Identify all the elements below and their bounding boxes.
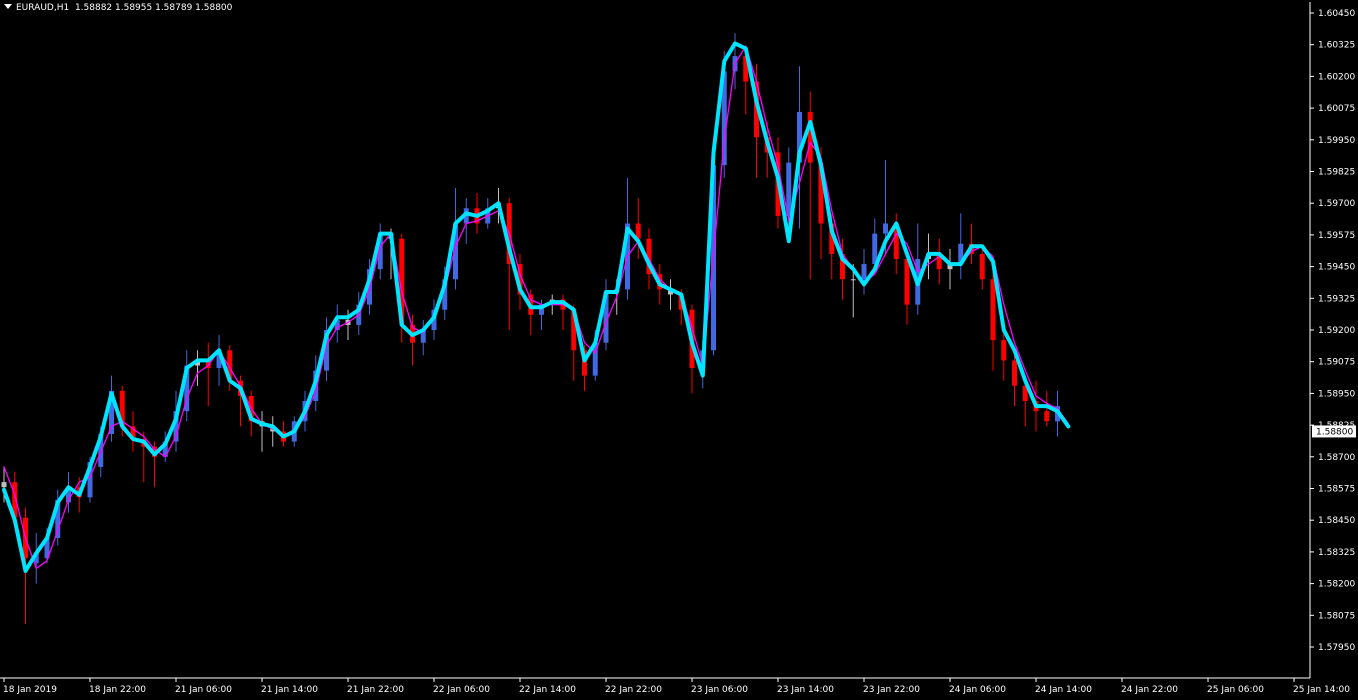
candle-body [883,223,888,234]
x-tick-label: 21 Jan 14:00 [261,685,318,695]
ohlc-values: 1.58882 1.58955 1.58789 1.58800 [74,3,233,13]
y-tick-label: 1.59700 [1318,199,1355,209]
candle-body [1001,340,1007,361]
y-tick-label: 1.60325 [1318,41,1355,51]
candle-body [979,253,985,280]
candle-body [1,482,7,488]
x-tick-label: 22 Jan 22:00 [605,685,662,695]
candle-body [1012,360,1017,386]
x-tick-label: 23 Jan 06:00 [691,685,748,695]
candle-body [1044,411,1050,422]
x-tick-label: 24 Jan 14:00 [1035,685,1092,695]
candle-body [904,258,910,305]
y-tick-label: 1.58325 [1318,548,1355,558]
x-tick-label: 18 Jan 22:00 [89,685,146,695]
x-tick-label: 23 Jan 22:00 [863,685,920,695]
dropdown-triangle-icon[interactable] [4,4,12,9]
y-tick-label: 1.59825 [1318,168,1355,178]
candle-body [990,279,996,341]
x-tick-label: 22 Jan 06:00 [433,685,490,695]
chart-header: EURAUD,H1 1.58882 1.58955 1.58789 1.5880… [4,3,232,13]
symbol-label: EURAUD,H1 [16,3,70,13]
y-tick-label: 1.60450 [1318,9,1355,19]
y-tick-label: 1.59075 [1318,358,1355,368]
candle-body [861,264,867,280]
fast-ma-line [2,41,1071,573]
y-tick-label: 1.58075 [1318,611,1355,621]
y-tick-label: 1.58575 [1318,485,1355,495]
y-tick-label: 1.59325 [1318,294,1355,304]
x-tick-label: 24 Jan 06:00 [949,685,1006,695]
x-tick-label: 25 Jan 14:00 [1293,685,1350,695]
x-tick-label: 22 Jan 14:00 [519,685,576,695]
candle-body [786,162,792,216]
y-tick-label: 1.60200 [1318,72,1355,82]
y-tick-label: 1.57950 [1318,643,1355,653]
x-tick-label: 18 Jan 2019 [3,685,57,695]
x-tick-label: 23 Jan 14:00 [777,685,834,695]
chart-axes: 1.60450 1.60325 1.60200 1.60075 1.59950 1.598… [0,2,1356,695]
x-tick-label: 21 Jan 22:00 [347,685,404,695]
candle-body [850,279,856,281]
y-tick-label: 1.59575 [1318,231,1355,241]
moving-average-layer [2,41,1071,573]
price-chart[interactable]: 1.60450 1.60325 1.60200 1.60075 1.59950 1.598… [0,0,1358,700]
y-tick-label: 1.58450 [1318,516,1355,526]
y-tick-label: 1.60075 [1318,104,1355,114]
y-tick-label: 1.59450 [1318,263,1355,273]
x-tick-label: 24 Jan 22:00 [1121,685,1178,695]
y-tick-label: 1.58950 [1318,389,1355,399]
x-tick-label: 21 Jan 06:00 [175,685,232,695]
y-tick-label: 1.58700 [1318,453,1355,463]
candle-body [807,111,813,163]
x-tick-label: 25 Jan 06:00 [1207,685,1264,695]
current-price-label: 1.58800 [1316,427,1353,437]
candlestick-layer [1,33,1060,625]
y-tick-label: 1.59200 [1318,326,1355,336]
y-tick-label: 1.59950 [1318,136,1355,146]
y-tick-label: 1.58200 [1318,580,1355,590]
